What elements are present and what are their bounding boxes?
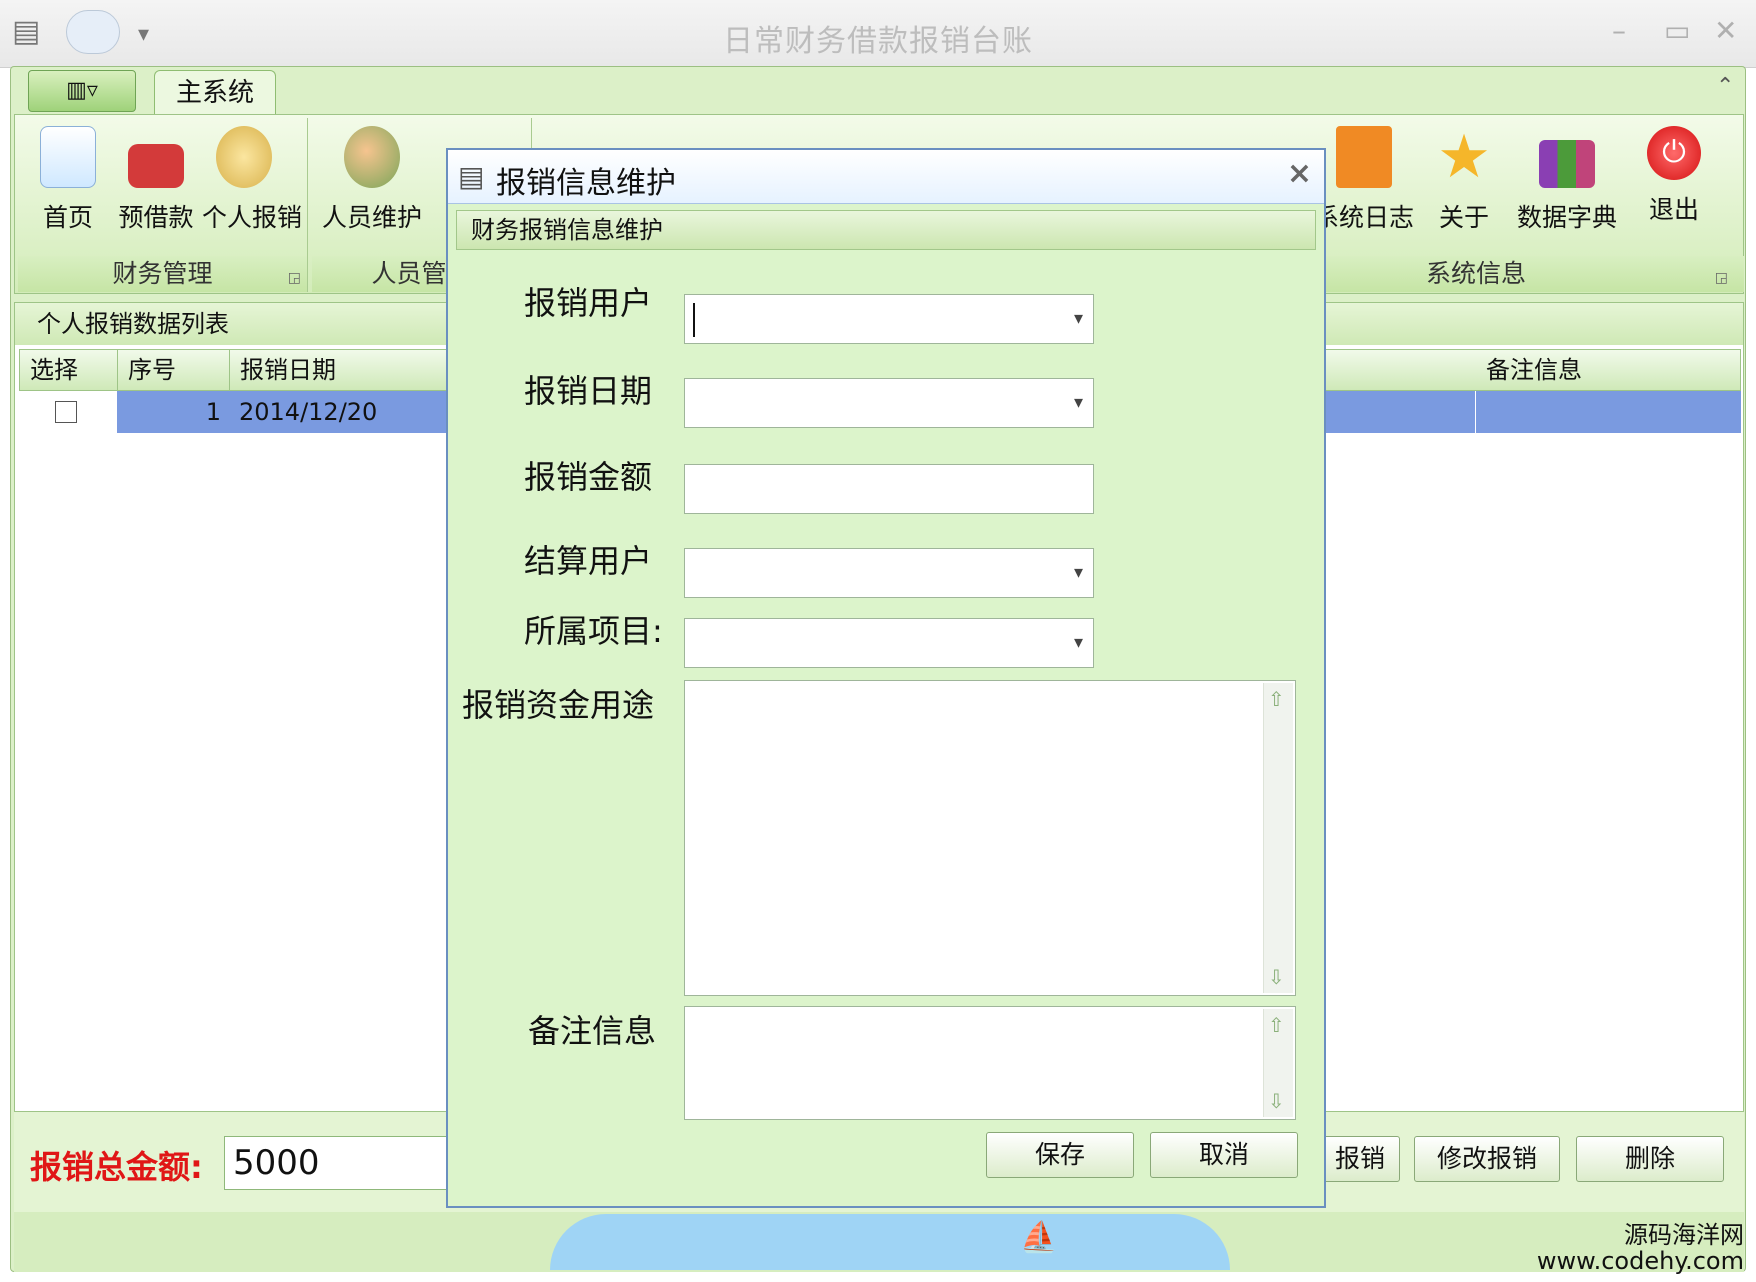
date-label: 报销日期 — [524, 372, 653, 410]
row-index: 1 — [205, 398, 221, 426]
settle-user-label: 结算用户 — [524, 542, 653, 580]
column-index[interactable]: 序号 — [118, 350, 230, 390]
maximize-button[interactable]: ▭ — [1664, 14, 1690, 47]
home-button[interactable]: 首页 — [26, 118, 110, 250]
about-label: 关于 — [1438, 203, 1489, 232]
text-cursor — [693, 303, 695, 337]
coins-icon — [216, 126, 272, 188]
user-label: 报销用户 — [524, 284, 653, 322]
reimburse-button[interactable]: 报销 — [1320, 1136, 1400, 1182]
layout-icon: ▥▿ — [66, 78, 98, 103]
note-scrollbar[interactable]: ⇧ ⇩ — [1263, 1009, 1293, 1117]
close-window-button[interactable]: ✕ — [1714, 14, 1737, 47]
column-note[interactable]: 备注信息 — [1476, 350, 1742, 390]
row-checkbox[interactable] — [55, 401, 77, 423]
home-page-icon — [40, 126, 96, 188]
chevron-down-icon[interactable]: ▾ — [1074, 379, 1083, 427]
cancel-button[interactable]: 取消 — [1150, 1132, 1298, 1178]
scroll-down-icon[interactable]: ⇩ — [1268, 1089, 1285, 1113]
total-amount-label: 报销总金额: — [30, 1148, 203, 1186]
scroll-up-icon[interactable]: ⇧ — [1268, 687, 1285, 711]
title-bar: ▤ ▾ 日常财务借款报销台账 – ▭ ✕ — [0, 0, 1756, 68]
person-maintain-button[interactable]: 人员维护 — [322, 118, 422, 250]
exit-label: 退出 — [1648, 195, 1699, 224]
watermark-line1: 源码海洋网 — [1624, 1221, 1744, 1249]
watermark-line2: www.codehy.com — [1536, 1247, 1744, 1275]
advance-loan-button[interactable]: 预借款 — [114, 118, 198, 250]
dialog-launcher-icon[interactable]: ◲ — [1715, 270, 1728, 286]
scroll-down-icon[interactable]: ⇩ — [1268, 965, 1285, 989]
total-amount-field[interactable]: 5000 — [224, 1136, 454, 1190]
scroll-up-icon[interactable]: ⇧ — [1268, 1013, 1285, 1037]
project-label: 所属项目: — [524, 612, 663, 650]
note-textarea[interactable]: ⇧ ⇩ — [684, 1006, 1296, 1120]
home-button-label: 首页 — [42, 203, 93, 232]
users-icon — [344, 126, 400, 188]
data-dictionary-button[interactable]: 数据字典 — [1512, 118, 1622, 250]
water-decoration: ⛵ — [550, 1214, 1230, 1270]
save-button[interactable]: 保存 — [986, 1132, 1134, 1178]
ribbon-group-finance: 首页 预借款 个人报销 财务管理 ◲ — [18, 118, 308, 292]
data-dictionary-label: 数据字典 — [1516, 203, 1617, 232]
dialog-launcher-icon[interactable]: ◲ — [288, 270, 301, 286]
logbook-icon — [1336, 126, 1392, 188]
exit-button[interactable]: ⏻ 退出 — [1632, 118, 1716, 250]
power-icon: ⏻ — [1647, 126, 1701, 180]
date-picker[interactable]: ▾ — [684, 378, 1094, 428]
tab-main-system[interactable]: 主系统 — [154, 70, 276, 116]
amount-field[interactable] — [684, 464, 1094, 514]
system-log-button[interactable]: 系统日志 — [1314, 118, 1414, 250]
paper-boat-icon: ⛵ — [1020, 1220, 1058, 1255]
dialog-title-bar: ▤ 报销信息维护 × — [448, 150, 1324, 204]
project-combo[interactable]: ▾ — [684, 618, 1094, 668]
reimburse-edit-dialog: ▤ 报销信息维护 × 财务报销信息维护 报销用户 ▾ 报销日期 ▾ 报销金额 结… — [446, 148, 1326, 1208]
books-icon — [1539, 140, 1595, 188]
amount-label: 报销金额 — [524, 458, 653, 496]
chevron-down-icon[interactable]: ▾ — [1074, 295, 1083, 343]
about-button[interactable]: ★ 关于 — [1422, 118, 1506, 250]
person-maintain-label: 人员维护 — [322, 203, 423, 232]
personal-reimburse-button[interactable]: 个人报销 — [202, 118, 303, 250]
watermark: 源码海洋网 www.codehy.com — [1537, 1222, 1744, 1274]
toolbox-icon — [128, 144, 184, 188]
column-date[interactable]: 报销日期 — [230, 350, 460, 390]
settle-user-combo[interactable]: ▾ — [684, 548, 1094, 598]
row-select-cell — [19, 391, 117, 433]
group-label-finance: 财务管理 — [18, 256, 307, 292]
row-note — [1475, 391, 1741, 433]
dialog-app-icon: ▤ — [458, 160, 485, 193]
row-date: 2014/12/20 — [239, 398, 378, 426]
close-icon[interactable]: × — [1287, 156, 1312, 191]
dialog-title: 报销信息维护 — [496, 166, 676, 201]
edit-reimburse-button[interactable]: 修改报销 — [1414, 1136, 1560, 1182]
minimize-button[interactable]: – — [1612, 14, 1626, 47]
app-window: ▤ ▾ 日常财务借款报销台账 – ▭ ✕ ▥▿ 主系统 ⌃ 首页 预借款 个人报… — [0, 0, 1756, 1282]
chevron-down-icon[interactable]: ▾ — [1074, 619, 1083, 667]
personal-reimburse-label: 个人报销 — [202, 203, 303, 232]
purpose-scrollbar[interactable]: ⇧ ⇩ — [1263, 683, 1293, 993]
system-log-label: 系统日志 — [1314, 203, 1415, 232]
chevron-down-icon[interactable]: ▾ — [1074, 549, 1083, 597]
collapse-ribbon-icon[interactable]: ⌃ — [1716, 74, 1734, 99]
purpose-label: 报销资金用途 — [462, 686, 655, 724]
purpose-textarea[interactable]: ⇧ ⇩ — [684, 680, 1296, 996]
dialog-subtitle: 财务报销信息维护 — [456, 210, 1316, 250]
advance-loan-label: 预借款 — [118, 203, 194, 232]
delete-button[interactable]: 删除 — [1576, 1136, 1724, 1182]
star-icon: ★ — [1437, 122, 1491, 192]
user-combo[interactable]: ▾ — [684, 294, 1094, 344]
window-title: 日常财务借款报销台账 — [723, 24, 1033, 59]
column-select[interactable]: 选择 — [20, 350, 118, 390]
note-label: 备注信息 — [528, 1012, 657, 1050]
view-menu-tab[interactable]: ▥▿ — [28, 70, 136, 112]
